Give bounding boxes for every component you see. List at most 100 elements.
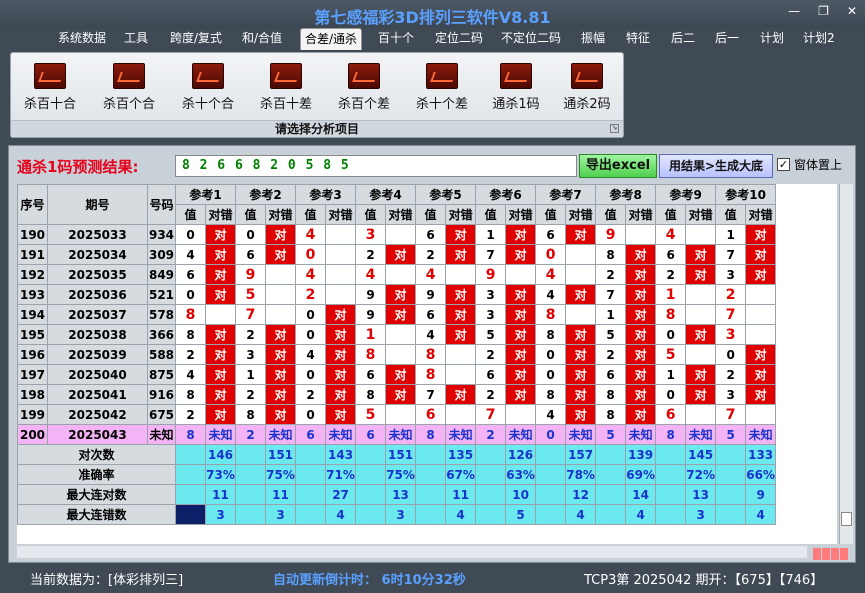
row-number: 366 [147, 324, 176, 345]
menu-item-10[interactable]: 后二 [667, 28, 699, 50]
menu-item-13[interactable]: 计划2 [799, 28, 839, 50]
header-result[interactable]: 对错 [445, 204, 477, 225]
topmost-toggle[interactable]: ✓ 窗体置上 [777, 156, 842, 173]
header-value[interactable]: 值 [475, 204, 507, 225]
maximize-button[interactable]: ❐ [818, 4, 829, 18]
menu-item-2[interactable]: 跨度/复式 [166, 28, 226, 50]
header-idx[interactable]: 序号 [17, 184, 48, 225]
table-row[interactable]: 195 2025038 366 8 对 2 对 0 对 1 4 对 5 对 8 对 5 对 0 对 3 [17, 324, 777, 345]
header-group[interactable]: 参考2 [235, 184, 297, 205]
cell-result-unknown: 未知 [565, 424, 597, 445]
menu-item-12[interactable]: 计划 [756, 28, 788, 50]
cell-result-miss [325, 244, 357, 265]
cell-value: 0 [655, 384, 687, 405]
header-value[interactable]: 值 [235, 204, 267, 225]
header-group[interactable]: 参考3 [295, 184, 357, 205]
row-number: 875 [147, 364, 176, 385]
header-result[interactable]: 对错 [204, 204, 237, 225]
table-row[interactable]: 190 2025033 934 0 对 0 对 4 3 6 对 1 对 6 对 9 4 1 对 [17, 224, 777, 245]
header-value[interactable]: 值 [535, 204, 567, 225]
header-value[interactable]: 值 [355, 204, 387, 225]
ribbon-button-2[interactable]: 杀十个合 [173, 63, 243, 112]
menu-item-4[interactable]: 合差/通杀 [300, 28, 363, 50]
cell-result-hit: 对 [685, 264, 717, 285]
table-row[interactable]: 199 2025042 675 2 对 8 对 0 对 5 6 7 4 对 8 对 6 7 [17, 404, 777, 425]
ribbon-button-5[interactable]: 杀十个差 [407, 63, 477, 112]
cell-result-hit: 对 [265, 384, 297, 405]
table-row[interactable]: 192 2025035 849 6 对 9 4 4 4 9 4 2 对 2 对 3 对 [17, 264, 777, 285]
cell-result-miss [325, 224, 357, 245]
header-result[interactable]: 对错 [625, 204, 657, 225]
table-row[interactable]: 191 2025034 309 4 对 6 对 0 2 对 2 对 7 对 0 8 对 6 对 7 对 [17, 244, 777, 265]
table-row[interactable]: 197 2025040 875 4 对 1 对 0 对 6 对 8 6 对 0 对 6 对 1 对 2 对 [17, 364, 777, 385]
stat-spacer [295, 444, 327, 465]
menu-item-6[interactable]: 定位二码 [431, 28, 487, 50]
predict-result-field[interactable]: 8 2 6 6 8 2 0 5 8 5 [175, 155, 577, 177]
header-group[interactable]: 参考5 [415, 184, 477, 205]
ribbon-button-3[interactable]: 杀百十差 [251, 63, 321, 112]
cell-result-hit: 对 [625, 384, 657, 405]
header-result[interactable]: 对错 [565, 204, 597, 225]
minimize-button[interactable]: — [788, 4, 800, 18]
generate-base-button[interactable]: 用结果>生成大底 [659, 154, 773, 178]
header-group[interactable]: 参考4 [355, 184, 417, 205]
menu-item-11[interactable]: 后一 [711, 28, 743, 50]
cell-value: 2 [415, 244, 447, 265]
header-result[interactable]: 对错 [745, 204, 777, 225]
header-value[interactable]: 值 [595, 204, 627, 225]
header-result[interactable]: 对错 [685, 204, 717, 225]
table-row[interactable]: 194 2025037 578 8 7 0 对 9 对 6 对 3 对 8 1 对 8 7 [17, 304, 777, 325]
header-result[interactable]: 对错 [505, 204, 537, 225]
cell-result-hit: 对 [385, 244, 417, 265]
topmost-checkbox[interactable]: ✓ [777, 158, 790, 171]
ribbon-button-6[interactable]: 通杀1码 [481, 63, 551, 112]
stat-value: 78% [565, 464, 597, 485]
table-row[interactable]: 198 2025041 916 8 对 2 对 2 对 8 对 7 对 2 对 8 对 8 对 0 对 3 对 [17, 384, 777, 405]
header-date[interactable]: 期号 [47, 184, 148, 225]
header-result[interactable]: 对错 [325, 204, 357, 225]
header-group[interactable]: 参考10 [715, 184, 777, 205]
dialog-launcher-icon[interactable]: ↘ [610, 124, 619, 133]
cell-value: 2 [475, 384, 507, 405]
current-row[interactable]: 200 2025043 未知 8 未知 2 未知 6 未知 6 未知 8 未知 2 未知 0 未知 5 未知 8 未知 5… [17, 424, 777, 445]
cell-result-hit: 对 [625, 304, 657, 325]
menu-item-5[interactable]: 百十个 [374, 28, 418, 50]
menu-item-9[interactable]: 特征 [622, 28, 654, 50]
table-row[interactable]: 196 2025039 588 2 对 3 对 4 对 8 8 2 对 0 对 2 对 5 0 对 [17, 344, 777, 365]
export-excel-button[interactable]: 导出excel [579, 154, 657, 178]
header-value[interactable]: 值 [655, 204, 687, 225]
cell-value: 4 [535, 404, 567, 425]
scrollbar-thumb[interactable] [841, 512, 852, 526]
ribbon-button-4[interactable]: 杀百个差 [329, 63, 399, 112]
ribbon-button-1[interactable]: 杀百个合 [94, 63, 164, 112]
horizontal-scrollbar[interactable] [17, 546, 807, 558]
header-value[interactable]: 值 [175, 204, 206, 225]
header-group[interactable]: 参考6 [475, 184, 537, 205]
cell-value: 6 [655, 404, 687, 425]
menu-item-0[interactable]: 系统数据 [54, 28, 110, 50]
menu-item-3[interactable]: 和/合值 [238, 28, 286, 50]
cell-value: 4 [295, 344, 327, 365]
header-value[interactable]: 值 [415, 204, 447, 225]
header-group[interactable]: 参考8 [595, 184, 657, 205]
stat-value: 135 [445, 444, 477, 465]
header-group[interactable]: 参考1 [174, 184, 237, 205]
cell-value: 9 [235, 264, 267, 285]
row-index: 195 [17, 324, 48, 345]
cell-value: 6 [595, 364, 627, 385]
vertical-scrollbar[interactable] [839, 184, 853, 544]
menu-item-1[interactable]: 工具 [120, 28, 152, 50]
header-num[interactable]: 号码 [147, 184, 176, 225]
menu-item-7[interactable]: 不定位二码 [497, 28, 565, 50]
header-group[interactable]: 参考9 [655, 184, 717, 205]
table-row[interactable]: 193 2025036 521 0 对 5 2 9 对 9 对 3 对 4 对 7 对 1 2 [17, 284, 777, 305]
ribbon-button-7[interactable]: 通杀2码 [552, 63, 622, 112]
header-value[interactable]: 值 [295, 204, 327, 225]
header-value[interactable]: 值 [715, 204, 747, 225]
ribbon-button-0[interactable]: 杀百十合 [15, 63, 85, 112]
header-result[interactable]: 对错 [265, 204, 297, 225]
header-result[interactable]: 对错 [385, 204, 417, 225]
menu-item-8[interactable]: 振幅 [577, 28, 609, 50]
close-button[interactable]: ✕ [847, 4, 857, 18]
header-group[interactable]: 参考7 [535, 184, 597, 205]
